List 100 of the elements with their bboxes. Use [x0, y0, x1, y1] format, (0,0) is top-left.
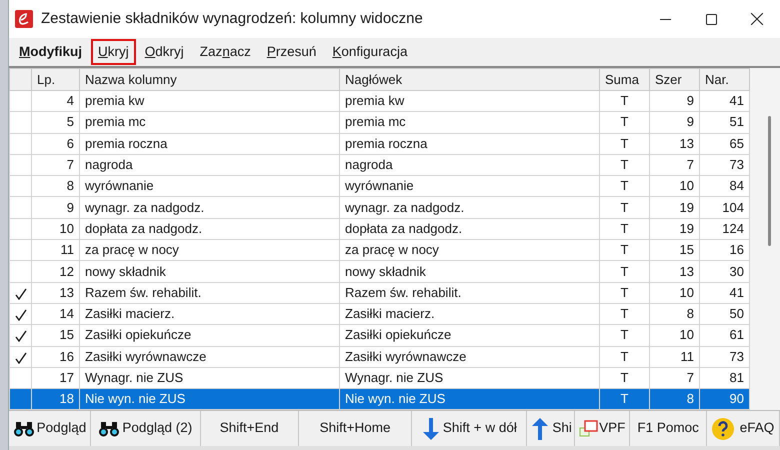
menu-item[interactable]: Ukryj: [92, 40, 135, 64]
column-header[interactable]: Suma: [600, 68, 650, 90]
table-cell: T: [620, 348, 628, 364]
table-cell: T: [620, 306, 628, 322]
table-row[interactable]: 12 nowy składnik nowy składnik T 13 30: [10, 260, 750, 282]
scrollbar[interactable]: [750, 68, 780, 410]
table-row[interactable]: 8 wyrównanie wyrównanie T 10 84: [10, 176, 750, 197]
checkmark-icon[interactable]: [14, 288, 26, 300]
binoculars-icon: [98, 420, 120, 436]
table-row[interactable]: 18 Nie wyn. nie ZUS Nie wyn. nie ZUS T 8 90: [10, 388, 750, 410]
table-cell: 16: [730, 242, 744, 258]
table-cell: wynagr. za nadgodz.: [85, 200, 204, 215]
table-cell: nowy składnik: [345, 264, 426, 279]
table-cell: 7: [686, 157, 694, 172]
table-cell: Wynagr. nie ZUS: [85, 370, 184, 385]
table-cell: premia mc: [345, 114, 406, 130]
table-row[interactable]: 5 premia mc premia mc T 9 51: [10, 112, 750, 134]
table-cell: nowy składnik: [85, 264, 166, 279]
table-cell: 18: [60, 391, 74, 406]
table-row[interactable]: 16 Zasiłki wyrównawcze Zasiłki wyrównawcze T 11 73: [10, 346, 750, 368]
table-cell: 50: [730, 306, 744, 322]
menu-item[interactable]: Modyfikuj: [13, 40, 88, 64]
checkmark-icon[interactable]: [14, 330, 26, 342]
table-cell: 15: [60, 327, 74, 342]
table-cell: T: [620, 391, 628, 406]
table-cell: Zasiłki opiekuńcze: [85, 327, 192, 342]
table-cell: za pracę w nocy: [85, 242, 179, 258]
checkmark-icon[interactable]: [14, 308, 26, 321]
column-header[interactable]: Nazwa kolumny: [80, 68, 340, 90]
table-cell: Razem św. rehabilit.: [345, 284, 462, 300]
table-row[interactable]: 15 Zasiłki opiekuńcze Zasiłki opiekuńcze T 10 61: [10, 324, 750, 346]
table-row[interactable]: 9 wynagr. za nadgodz. wynagr. za nadgodz. T 19 104: [10, 196, 750, 218]
table-cell: T: [620, 264, 628, 279]
table-cell: T: [620, 284, 628, 300]
menu-item[interactable]: Zaznacz: [194, 40, 257, 64]
table-cell: 41: [730, 93, 744, 108]
table-cell: premia kw: [345, 93, 404, 108]
table-cell: za pracę w nocy: [345, 242, 439, 258]
table-cell: 65: [730, 136, 744, 151]
column-header[interactable]: Nagłówek: [340, 68, 600, 90]
table-row[interactable]: 7 nagroda nagroda T 7 73: [10, 154, 750, 176]
table-cell: 16: [60, 348, 74, 364]
table-cell: Zasiłki macierz.: [85, 306, 175, 322]
table-row[interactable]: 13 Razem św. rehabilit. Razem św. rehabilit. T 10 41: [10, 282, 750, 304]
table-cell: wyrównanie: [345, 178, 414, 194]
table-row[interactable]: 14 Zasiłki macierz. Zasiłki macierz. T 8 50: [10, 303, 750, 325]
table-cell: 10: [60, 220, 74, 236]
column-header[interactable]: Lp.: [32, 68, 80, 90]
table-cell: 4: [66, 93, 74, 108]
app-logo-icon: [15, 10, 33, 28]
table-cell: 19: [680, 200, 694, 215]
table-cell: 11: [60, 242, 74, 258]
table-cell: T: [620, 157, 628, 172]
table-cell: 10: [680, 178, 694, 194]
table-row[interactable]: 10 dopłata za nadgodz. dopłata za nadgodz. T 19 124: [10, 218, 750, 240]
table-cell: 11: [680, 348, 694, 364]
table-cell: Zasiłki macierz.: [345, 306, 435, 322]
checkmark-icon[interactable]: [14, 352, 26, 364]
table-cell: 51: [730, 114, 744, 130]
close-icon[interactable]: [751, 13, 763, 25]
window-title: Zestawienie składników wynagrodzeń: kolumny widoczne: [41, 8, 423, 29]
menu-item[interactable]: Odkryj: [138, 40, 190, 64]
table-row[interactable]: 4 premia kw premia kw T 9 41: [10, 90, 750, 112]
table-cell: Razem św. rehabilit.: [85, 284, 202, 300]
table-cell: dopłata za nadgodz.: [345, 220, 462, 236]
table-cell: wyrównanie: [85, 178, 154, 194]
column-header[interactable]: Szer: [650, 68, 700, 90]
menu-item[interactable]: Konfiguracja: [326, 40, 414, 64]
binoculars-icon: [12, 420, 35, 436]
column-header[interactable]: Nar.: [700, 68, 750, 90]
table-cell: 8: [66, 178, 74, 194]
table-cell: 13: [680, 136, 694, 151]
table-cell: 41: [730, 284, 744, 300]
table-cell: 14: [60, 306, 74, 322]
table-cell: Wynagr. nie ZUS: [345, 370, 444, 385]
table-cell: Nie wyn. nie ZUS: [85, 391, 186, 406]
table-cell: dopłata za nadgodz.: [85, 220, 202, 236]
table-cell: T: [620, 242, 628, 258]
table-row[interactable]: 11 za pracę w nocy za pracę w nocy T 15 16: [10, 240, 750, 261]
table-cell: 9: [66, 200, 74, 215]
table-cell: premia mc: [85, 114, 146, 130]
table-cell: 13: [680, 264, 694, 279]
table-cell: T: [620, 114, 628, 130]
table-cell: 13: [60, 284, 74, 300]
table-row[interactable]: 6 premia roczna premia roczna T 13 65: [10, 133, 750, 154]
table-cell: 7: [66, 157, 74, 172]
maximize-icon[interactable]: [706, 14, 716, 24]
table-cell: T: [620, 200, 628, 215]
table-cell: 9: [686, 93, 694, 108]
table-cell: Nie wyn. nie ZUS: [345, 391, 446, 406]
menu-item[interactable]: Przesuń: [260, 40, 322, 64]
table-cell: 10: [680, 284, 694, 300]
table-cell: Zasiłki wyrównawcze: [345, 348, 466, 364]
table-cell: Zasiłki opiekuńcze: [345, 327, 452, 342]
table-cell: T: [620, 370, 628, 385]
windows-icon: [579, 418, 600, 438]
table-cell: premia kw: [85, 93, 144, 108]
up-arrow-icon: [531, 418, 550, 440]
table-cell: T: [620, 93, 628, 108]
help-icon: [712, 418, 734, 440]
